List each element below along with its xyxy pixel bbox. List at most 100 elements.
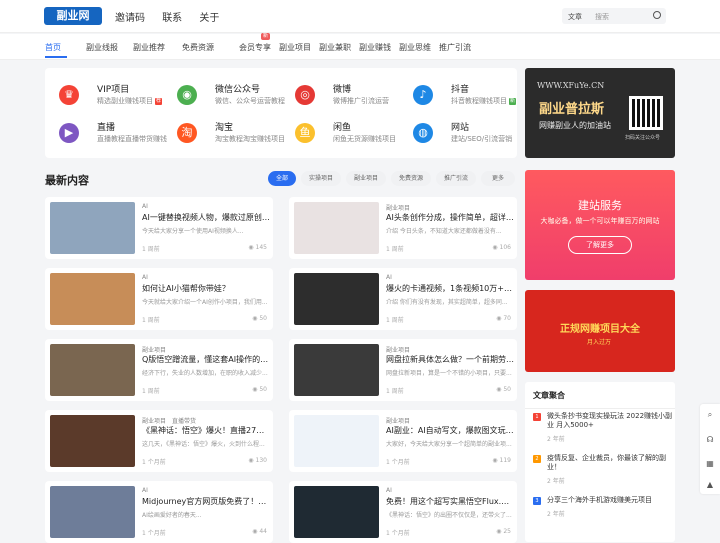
post-category[interactable]: 副业项目 直播带货 xyxy=(142,416,196,425)
category-title: 闲鱼 xyxy=(333,123,352,133)
post-category[interactable]: 副业项目 xyxy=(386,416,410,425)
post-time: 1 周前 xyxy=(386,317,404,324)
post-title[interactable]: AI一键替换视频人物，爆款过原创，... xyxy=(142,212,270,223)
post-title[interactable]: AI头条创作分成，操作简单，超详细... xyxy=(386,212,514,223)
nav-item-vip[interactable]: 会员专享 xyxy=(239,42,271,53)
post-card[interactable]: 副业项目 AI副业：AI自动写文，爆款图文玩法... 大家好，今天给大家分享一个超简… xyxy=(289,410,517,472)
post-title[interactable]: 《黑神话：悟空》爆火！直播27小时... xyxy=(142,425,270,436)
post-title[interactable]: 网盘拉新具体怎么做？一个前期劳苦... xyxy=(386,354,514,365)
category-douyin[interactable]: ♪ 抖音 抖音教程赚钱项目新 xyxy=(413,82,523,112)
nav-item-home[interactable]: 首页 xyxy=(45,42,61,53)
post-category[interactable]: AI xyxy=(386,274,392,281)
post-views: ◉ 50 xyxy=(252,315,267,322)
post-excerpt: 介绍 今日头条，不知道大家还都做着没有... xyxy=(386,228,502,235)
category-desc: 微博推广引流运营 xyxy=(333,97,389,105)
aggregate-item-title[interactable]: 分享三个海外手机游戏赚美元项目 xyxy=(547,496,673,505)
search-icon[interactable]: ⌕ xyxy=(705,410,715,420)
post-thumbnail[interactable] xyxy=(50,202,135,254)
post-thumbnail[interactable] xyxy=(294,273,379,325)
category-live[interactable]: ▶ 直播 直播教程直播带货赚钱 xyxy=(59,120,169,150)
post-title[interactable]: 爆火的卡通视频，1条视频10万+点... xyxy=(386,283,514,294)
post-card[interactable]: AI Midjourney官方网页版免费了！！！ AI绘画爱好者的春天... 1 个月… xyxy=(45,481,273,543)
post-category[interactable]: AI xyxy=(142,274,148,281)
search-box[interactable]: 文章 搜索 xyxy=(562,8,666,24)
category-wechat[interactable]: ◉ 微信公众号 微信、公众号运营教程 xyxy=(177,82,287,112)
post-category[interactable]: AI xyxy=(386,487,392,494)
post-thumbnail[interactable] xyxy=(50,486,135,538)
post-excerpt: 介绍 你们有没有发现，其实超简单，超多同... xyxy=(386,299,508,306)
nav-item-yinliu[interactable]: 推广引流 xyxy=(439,42,471,53)
post-title[interactable]: 如何让AI小猫帮你带娃？ xyxy=(142,283,270,294)
post-title[interactable]: Midjourney官方网页版免费了！！！ xyxy=(142,496,270,507)
post-category[interactable]: AI xyxy=(142,203,148,210)
post-category[interactable]: 副业项目 xyxy=(386,345,410,354)
headset-icon[interactable]: ☊ xyxy=(705,435,715,445)
aggregate-item[interactable]: 1 微头条抄书变现实操玩法 2022赚钱小副业 月入5000+ 2 年前 xyxy=(533,412,673,452)
post-thumbnail[interactable] xyxy=(294,202,379,254)
category-website[interactable]: ◍ 网站 建站/SEO/引流营销 xyxy=(413,120,523,150)
post-thumbnail[interactable] xyxy=(50,415,135,467)
filter-free[interactable]: 免费资源 xyxy=(391,171,431,186)
post-thumbnail[interactable] xyxy=(294,344,379,396)
category-title: 直播 xyxy=(97,123,116,133)
back-to-top-icon[interactable]: ▲ xyxy=(705,480,715,490)
ad-site-service: 建站服务 大咖必备，做一个可以年赚百万的网站 了解更多 xyxy=(525,170,675,280)
filter-all[interactable]: 全部 xyxy=(268,171,296,186)
site-logo[interactable]: 副业网 xyxy=(44,7,102,25)
post-card[interactable]: 副业项目 Q版悟空蹭流量，懂这套AI操作的人... 经济下行，失业的人数增加，在职的… xyxy=(45,339,273,401)
ad-project-list[interactable]: 正规网赚项目大全 月入过万 xyxy=(525,290,675,372)
learn-more-button[interactable]: 了解更多 xyxy=(568,236,632,254)
post-title[interactable]: Q版悟空蹭流量，懂这套AI操作的人... xyxy=(142,354,270,365)
post-thumbnail[interactable] xyxy=(294,415,379,467)
post-card[interactable]: AI 免费！用这个超写实黑悟空Flux.1模... 《黑神话：悟空》的出圈不仅仅是，… xyxy=(289,481,517,543)
post-thumbnail[interactable] xyxy=(50,273,135,325)
post-card[interactable]: AI 爆火的卡通视频，1条视频10万+点... 介绍 你们有没有发现，其实超简单，超… xyxy=(289,268,517,330)
category-xianyu[interactable]: 鱼 闲鱼 闲鱼无货源赚钱项目 xyxy=(295,120,405,150)
filter-yinliu[interactable]: 推广引流 xyxy=(436,171,476,186)
aggregate-item[interactable]: 3 分享三个海外手机游戏赚美元项目 2 年前 xyxy=(533,496,673,536)
post-thumbnail[interactable] xyxy=(294,486,379,538)
top-bar: 副业网 邀请码 联系 关于 文章 搜索 xyxy=(0,0,720,33)
post-excerpt: 《黑神话：悟空》的出圈不仅仅是，还带火了... xyxy=(386,512,512,519)
category-taobao[interactable]: 淘 淘宝 淘宝教程淘宝赚钱项目 xyxy=(177,120,287,150)
post-category[interactable]: 副业项目 xyxy=(386,203,410,212)
ad-banner-fuye[interactable]: WWW.XFuYe.CN 副业普拉斯 网赚副业人的加油站 扫码关注公众号 xyxy=(525,68,675,158)
filter-more[interactable]: 更多 xyxy=(481,171,515,186)
post-card[interactable]: 副业项目 网盘拉新具体怎么做？一个前期劳苦... 网盘拉新项目，算是一个不错的小项目… xyxy=(289,339,517,401)
post-views: ◉ 106 xyxy=(492,244,511,251)
nav-item-xianbao[interactable]: 副业线报 xyxy=(86,42,118,53)
post-thumbnail[interactable] xyxy=(50,344,135,396)
post-time: 1 个月前 xyxy=(386,530,410,537)
aggregate-item[interactable]: 2 疫情反复、企业裁员，你最该了解的副业！ 2 年前 xyxy=(533,454,673,494)
post-category[interactable]: 副业项目 xyxy=(142,345,166,354)
post-time: 1 个月前 xyxy=(142,459,166,466)
nav-item-jianzhi[interactable]: 副业兼职 xyxy=(319,42,351,53)
nav-item-siwei[interactable]: 副业思维 xyxy=(399,42,431,53)
filter-xiangmu[interactable]: 副业项目 xyxy=(346,171,386,186)
nav-item-zhuanqian[interactable]: 副业赚钱 xyxy=(359,42,391,53)
aggregate-item-title[interactable]: 疫情反复、企业裁员，你最该了解的副业！ xyxy=(547,454,673,472)
post-card[interactable]: 副业项目 AI头条创作分成，操作简单，超详细... 介绍 今日头条，不知道大家还都做… xyxy=(289,197,517,259)
aggregate-item-title[interactable]: 微头条抄书变现实操玩法 2022赚钱小副业 月入5000+ xyxy=(547,412,673,430)
category-vip[interactable]: ♛ VIP项目 精选副业赚钱项目荐 xyxy=(59,82,169,112)
top-nav-invite[interactable]: 邀请码 xyxy=(115,13,145,24)
top-nav-contact[interactable]: 联系 xyxy=(162,13,182,24)
qr-code-icon[interactable]: ▦ xyxy=(705,459,715,469)
post-card[interactable]: 副业项目 直播带货 《黑神话：悟空》爆火！直播27小时... 这几天，《黑神话：悟空》… xyxy=(45,410,273,472)
post-title[interactable]: AI副业：AI自动写文，爆款图文玩法... xyxy=(386,425,514,436)
post-category[interactable]: AI xyxy=(142,487,148,494)
search-category-select[interactable]: 文章 xyxy=(568,12,582,22)
search-input[interactable]: 搜索 xyxy=(595,12,609,22)
category-weibo[interactable]: ◎ 微博 微博推广引流运营 xyxy=(295,82,405,112)
filter-shicao[interactable]: 实操项目 xyxy=(301,171,341,186)
search-icon[interactable] xyxy=(653,11,661,19)
post-excerpt: 网盘拉新项目，算是一个不错的小项目，只要... xyxy=(386,370,512,377)
top-nav-about[interactable]: 关于 xyxy=(199,13,219,24)
nav-item-tuijian[interactable]: 副业推荐 xyxy=(133,42,165,53)
post-title[interactable]: 免费！用这个超写实黑悟空Flux.1模... xyxy=(386,496,514,507)
post-card[interactable]: AI 如何让AI小猫帮你带娃？ 今天就给大家介绍一个AI创作小项目，我们用... 1 … xyxy=(45,268,273,330)
eye-icon: ◉ xyxy=(248,244,256,251)
nav-item-free[interactable]: 免费资源 xyxy=(182,42,214,53)
post-card[interactable]: AI AI一键替换视频人物，爆款过原创，... 今天给大家分享一个使用AI视频换人.… xyxy=(45,197,273,259)
nav-item-xiangmu[interactable]: 副业项目 xyxy=(279,42,311,53)
